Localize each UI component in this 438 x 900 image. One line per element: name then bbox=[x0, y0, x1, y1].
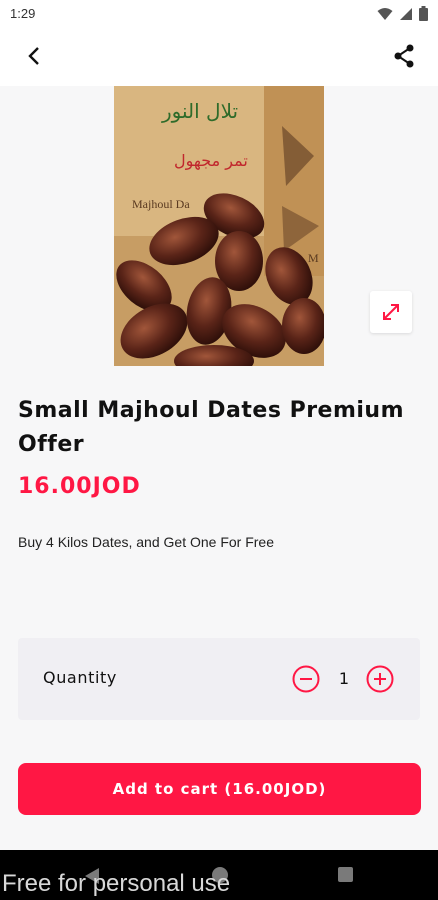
watermark: Free for personal use bbox=[2, 870, 231, 897]
quantity-value: 1 bbox=[338, 669, 350, 688]
battery-icon bbox=[419, 6, 428, 21]
signal-icon bbox=[400, 7, 412, 20]
wifi-icon bbox=[377, 7, 393, 20]
plus-circle-icon bbox=[366, 665, 394, 693]
status-time: 1:29 bbox=[10, 6, 36, 21]
share-button[interactable] bbox=[384, 36, 424, 76]
image-side-text: M bbox=[308, 251, 319, 265]
status-bar: 1:29 bbox=[0, 0, 438, 28]
quantity-card: Quantity 1 bbox=[18, 638, 420, 720]
product-description: Buy 4 Kilos Dates, and Get One For Free bbox=[18, 534, 275, 550]
image-latin-text: Majhoul Da bbox=[132, 197, 190, 211]
product-title: Small Majhoul Dates Premium Offer bbox=[18, 398, 405, 457]
dates-photo: تلال النور تمر مجهول Majhoul Da M bbox=[114, 86, 324, 366]
increase-quantity-button[interactable] bbox=[366, 665, 394, 693]
image-brand-text: تلال النور bbox=[161, 99, 238, 123]
decrease-quantity-button[interactable] bbox=[292, 665, 320, 693]
app-bar bbox=[0, 28, 438, 86]
chevron-left-icon bbox=[28, 47, 39, 65]
image-product-text: تمر مجهول bbox=[174, 151, 248, 171]
share-icon bbox=[394, 44, 414, 68]
add-to-cart-button[interactable]: Add to cart (16.00JOD) bbox=[18, 763, 421, 815]
status-icons bbox=[377, 6, 428, 21]
expand-image-button[interactable] bbox=[370, 291, 412, 333]
nav-recents-icon[interactable] bbox=[338, 867, 353, 882]
minus-circle-icon bbox=[292, 665, 320, 693]
quantity-label: Quantity bbox=[43, 668, 117, 687]
product-image[interactable]: تلال النور تمر مجهول Majhoul Da M bbox=[114, 86, 324, 366]
product-price: 16.00JOD bbox=[18, 474, 141, 499]
expand-icon bbox=[383, 304, 399, 320]
back-button[interactable] bbox=[14, 36, 54, 76]
